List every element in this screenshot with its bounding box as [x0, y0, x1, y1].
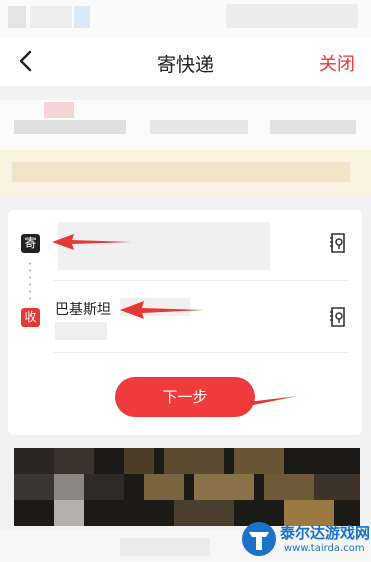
route-dots	[29, 260, 31, 302]
banner-pixel	[164, 448, 224, 474]
annotation-arrow-icon	[52, 234, 132, 250]
banner-pixel	[54, 500, 84, 526]
next-step-button[interactable]: 下一步	[115, 377, 255, 417]
watermark-url: www.tairda.com	[284, 543, 365, 554]
banner-pixel	[144, 474, 184, 500]
recipient-tag: 收	[21, 308, 40, 327]
banner-pixel	[124, 448, 154, 474]
bottom-area-blur	[120, 538, 210, 556]
banner-pixel	[14, 474, 54, 500]
recipient-address-blur	[55, 322, 107, 340]
status-bar-blur	[30, 6, 72, 28]
status-bar	[0, 0, 371, 38]
watermark-logo-icon	[242, 522, 276, 556]
sender-address-book-icon[interactable]	[327, 231, 349, 255]
banner-pixel	[54, 474, 84, 500]
recipient-name[interactable]: 巴基斯坦	[55, 299, 111, 319]
divider	[54, 280, 348, 281]
status-bar-blur	[8, 6, 26, 28]
banner-pixel	[234, 448, 284, 474]
status-bar-blur	[226, 4, 358, 28]
page-title: 寄快递	[156, 54, 214, 76]
recipient-address-book-icon[interactable]	[327, 305, 349, 329]
info-band-blur	[150, 120, 248, 134]
status-bar-blur	[74, 6, 90, 28]
banner-pixel	[14, 448, 54, 474]
nav-bar: 寄快递 关闭	[0, 38, 371, 86]
banner-pixel	[174, 500, 234, 526]
banner-pixel	[84, 474, 124, 500]
banner-pixel	[194, 474, 254, 500]
site-watermark: 泰尔达游戏网 www.tairda.com	[238, 518, 371, 560]
sender-tag: 寄	[21, 234, 40, 253]
info-band-blur	[14, 120, 126, 134]
divider	[54, 352, 348, 353]
banner-image[interactable]	[14, 448, 360, 526]
close-button[interactable]: 关闭	[319, 50, 355, 76]
banner-pixel	[314, 474, 360, 500]
banner-pixel	[54, 448, 94, 474]
notice-bar-blur	[12, 162, 350, 182]
watermark-title: 泰尔达游戏网	[280, 524, 371, 542]
info-band-blur	[270, 120, 356, 134]
notice-bar	[0, 150, 371, 196]
annotation-arrow-icon	[248, 396, 298, 406]
info-band-blur	[44, 102, 74, 118]
info-band	[0, 100, 371, 150]
banner-pixel	[264, 474, 314, 500]
annotation-arrow-icon	[120, 301, 204, 319]
